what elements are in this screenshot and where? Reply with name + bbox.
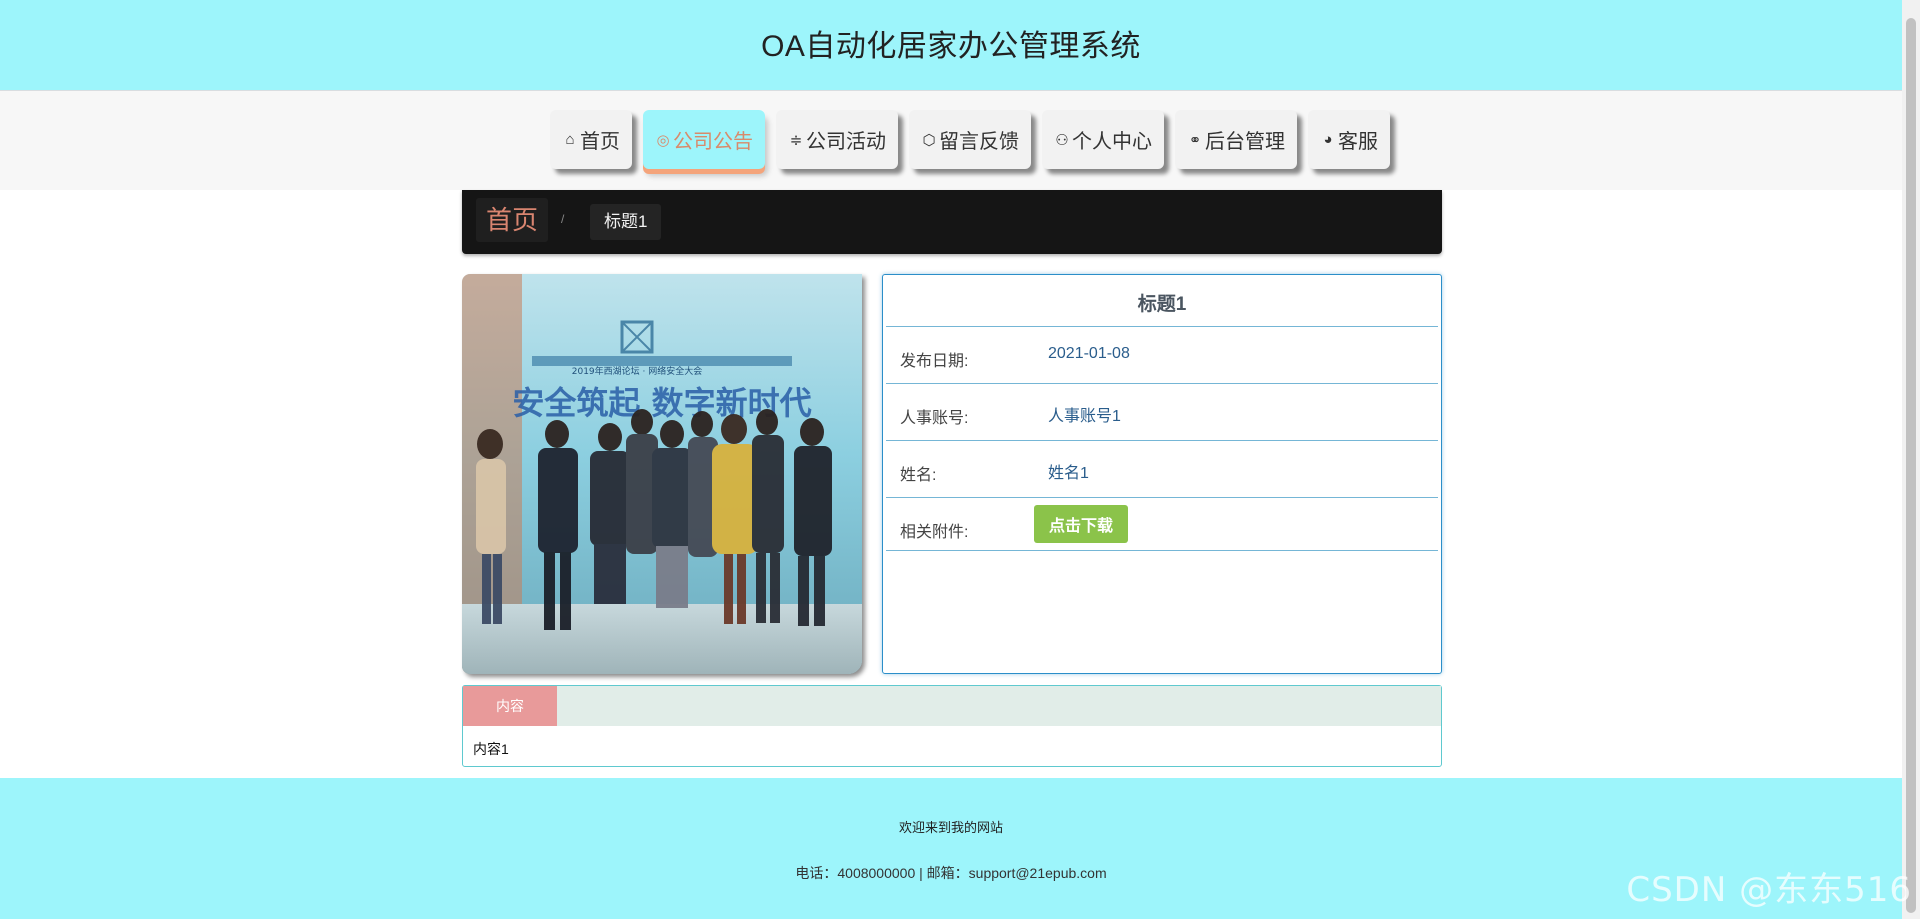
main-navbar: ⌂ 首页 ◎ 公司公告 ≑ 公司活动 ⬡ 留言反馈 ⚇ 个人中心 ⚭ 后台管理 … — [0, 91, 1902, 190]
nav-item-label: 首页 — [580, 131, 620, 153]
detail-row-date: 发布日期: 2021-01-08 — [886, 327, 1438, 384]
detail-row-name: 姓名: 姓名1 — [886, 441, 1438, 498]
home-icon: ⌂ — [565, 131, 575, 148]
nav-item-label: 留言反馈 — [939, 131, 1019, 153]
nav-item-label: 公司公告 — [673, 131, 753, 153]
site-header: OA自动化居家办公管理系统 — [0, 0, 1902, 91]
announcement-photo: 2019年西湖论坛 · 网络安全大会 安全筑起 数字新时代 — [462, 274, 862, 674]
breadcrumb-home-link[interactable]: 首页 — [476, 198, 549, 242]
page-scrollbar[interactable] — [1902, 0, 1920, 919]
detail-label: 姓名: — [900, 467, 937, 484]
nav-item-support[interactable]: ◕ 客服 — [1308, 110, 1390, 169]
footer-contact: 电话：4008000000 | 邮箱：support@21epub.com — [795, 865, 1107, 881]
nav-item-label: 个人中心 — [1072, 131, 1152, 153]
nav-item-activities[interactable]: ≑ 公司活动 — [776, 110, 898, 169]
detail-row-account: 人事账号: 人事账号1 — [886, 384, 1438, 441]
announcement-detail-panel: 标题1 发布日期: 2021-01-08 人事账号: 人事账号1 姓名: 姓名1… — [882, 274, 1442, 674]
nav-item-announcements[interactable]: ◎ 公司公告 — [643, 110, 765, 169]
detail-title: 标题1 — [886, 278, 1438, 327]
cube-icon: ⬡ — [922, 131, 936, 149]
content-text: 内容1 — [473, 741, 509, 757]
content-tab-bar: 内容 — [463, 686, 1441, 726]
breadcrumb: 首页 / 标题1 — [462, 190, 1442, 254]
nav-item-label: 客服 — [1338, 131, 1378, 153]
content-section: 内容 内容1 — [462, 685, 1442, 767]
nav-item-label: 后台管理 — [1205, 131, 1285, 153]
footer-welcome: 欢迎来到我的网站 — [898, 820, 1003, 835]
detail-label: 发布日期: — [900, 353, 969, 370]
detail-value: 2021-01-08 — [1048, 345, 1130, 362]
site-title: OA自动化居家办公管理系统 — [761, 30, 1141, 63]
photo-banner-title: 2019年西湖论坛 · 网络安全大会 — [572, 365, 703, 377]
announcement-icon: ◎ — [656, 131, 670, 149]
sliders-icon: ≑ — [789, 131, 803, 149]
nav-item-admin[interactable]: ⚭ 后台管理 — [1175, 110, 1297, 169]
detail-label: 相关附件: — [900, 524, 969, 541]
nav-item-feedback[interactable]: ⬡ 留言反馈 — [909, 110, 1031, 169]
nav-item-home[interactable]: ⌂ 首页 — [550, 110, 632, 169]
detail-row-attachment: 相关附件: 点击下载 — [886, 498, 1438, 551]
user-icon: ⚇ — [1055, 131, 1069, 149]
detail-label: 人事账号: — [900, 410, 969, 427]
tab-content[interactable]: 内容 — [463, 686, 557, 726]
link-icon: ⚭ — [1188, 131, 1202, 149]
watermark: CSDN @东东516 — [1626, 870, 1912, 910]
site-footer: 欢迎来到我的网站 电话：4008000000 | 邮箱：support@21ep… — [0, 778, 1902, 919]
breadcrumb-current: 标题1 — [590, 204, 662, 240]
download-button[interactable]: 点击下载 — [1034, 505, 1128, 543]
chat-icon: ◕ — [1323, 131, 1333, 148]
detail-value: 人事账号1 — [1048, 408, 1121, 425]
nav-item-label: 公司活动 — [806, 131, 886, 153]
scrollbar-thumb[interactable] — [1906, 18, 1916, 913]
nav-list: ⌂ 首页 ◎ 公司公告 ≑ 公司活动 ⬡ 留言反馈 ⚇ 个人中心 ⚭ 后台管理 … — [550, 110, 1390, 169]
nav-item-profile[interactable]: ⚇ 个人中心 — [1042, 110, 1164, 169]
breadcrumb-separator: / — [561, 212, 565, 226]
detail-value: 姓名1 — [1048, 465, 1089, 482]
